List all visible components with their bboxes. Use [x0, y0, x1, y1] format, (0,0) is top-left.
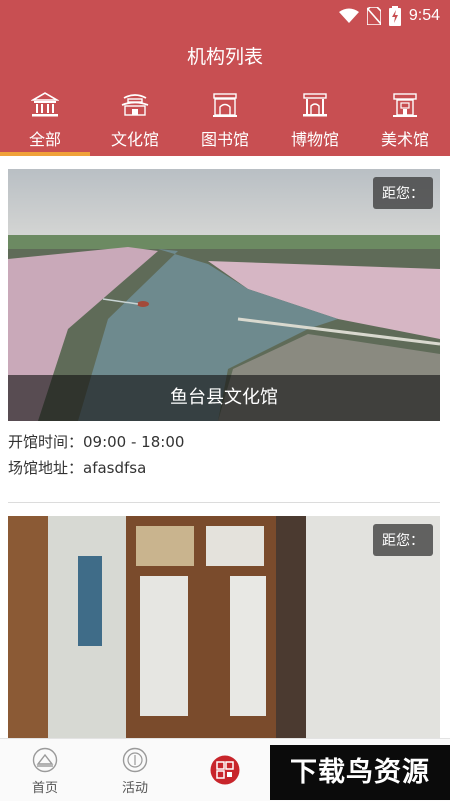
- tab-label: 全部: [28, 130, 61, 149]
- status-time: 9:54: [408, 7, 440, 24]
- page-title: 机构列表: [186, 46, 263, 68]
- nav-label: 活动: [121, 781, 148, 796]
- tab-library[interactable]: 图书馆: [180, 82, 270, 156]
- status-bar: 9:54: [0, 0, 450, 32]
- library-building-icon: [213, 93, 237, 117]
- qr-icon: [210, 755, 240, 785]
- activity-icon: [122, 747, 148, 773]
- list-divider: [8, 502, 440, 503]
- battery-charging-icon: [388, 6, 401, 26]
- venue-name: 鱼台县文化馆: [8, 375, 440, 421]
- venue-address: 场馆地址：afasdfsa: [8, 459, 147, 477]
- tab-label: 图书馆: [200, 130, 249, 149]
- tab-label: 博物馆: [290, 130, 339, 149]
- tab-museum[interactable]: 博物馆: [270, 82, 360, 156]
- museum-building-icon: [303, 93, 327, 117]
- venue-photo: 距您：: [8, 516, 440, 738]
- nav-activity[interactable]: 活动: [90, 739, 180, 801]
- category-tabs: 全部 文化馆 图书馆 博物馆 美术馆: [0, 82, 450, 156]
- venue-photo: 距您： 鱼台县文化馆: [8, 169, 440, 421]
- watermark: 下载鸟资源: [270, 745, 450, 800]
- tab-label: 文化馆: [110, 130, 159, 149]
- app-bar: 机构列表: [0, 32, 450, 82]
- tab-art-gallery[interactable]: 美术馆: [360, 82, 450, 156]
- distance-badge: 距您：: [373, 524, 433, 556]
- gallery-building-icon: [393, 93, 417, 117]
- venue-list[interactable]: 距您： 鱼台县文化馆 开馆时间：09:00 - 18:00 场馆地址：afasd…: [0, 156, 450, 738]
- venue-card[interactable]: 距您：: [8, 516, 440, 738]
- classical-building-icon: [31, 92, 59, 117]
- nav-home[interactable]: 首页: [0, 739, 90, 801]
- home-icon: [32, 747, 58, 773]
- venue-hours: 开馆时间：09:00 - 18:00: [8, 433, 185, 451]
- venue-card[interactable]: 距您： 鱼台县文化馆 开馆时间：09:00 - 18:00 场馆地址：afasd…: [8, 169, 440, 481]
- tab-all[interactable]: 全部: [0, 82, 90, 156]
- pavilion-icon: [121, 94, 149, 116]
- no-sim-icon: [366, 7, 381, 25]
- nav-qr[interactable]: [180, 739, 270, 801]
- distance-badge: 距您：: [373, 177, 433, 209]
- wifi-icon: [338, 8, 359, 23]
- tab-culture-center[interactable]: 文化馆: [90, 82, 180, 156]
- nav-label: 首页: [31, 781, 58, 796]
- tab-label: 美术馆: [380, 130, 429, 149]
